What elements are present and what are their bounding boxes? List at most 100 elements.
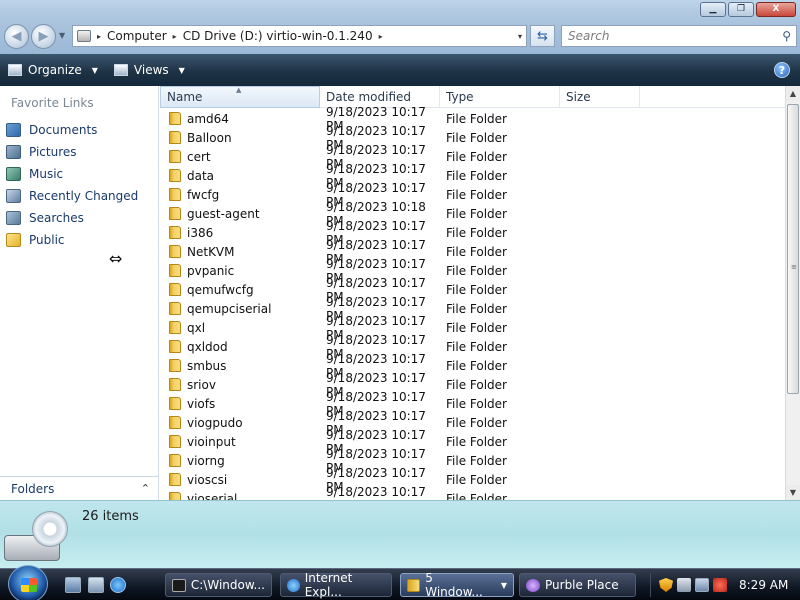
nav-item-label: Recently Changed (29, 189, 139, 203)
file-name-cell[interactable]: Balloon (160, 131, 320, 145)
back-button[interactable]: ◀ (4, 24, 29, 49)
file-name-cell[interactable]: vioinput (160, 435, 320, 449)
breadcrumb-separator[interactable]: ▸ (97, 32, 101, 41)
column-header-type[interactable]: Type (440, 86, 560, 108)
taskbar-button-command-prompt[interactable]: C:\Window... (165, 573, 272, 597)
file-name-cell[interactable]: qxl (160, 321, 320, 335)
file-name-cell[interactable]: cert (160, 150, 320, 164)
file-name-cell[interactable]: NetKVM (160, 245, 320, 259)
show-desktop-icon[interactable] (65, 577, 81, 593)
breadcrumb-separator[interactable]: ▸ (379, 32, 383, 41)
security-shield-icon[interactable] (659, 578, 673, 592)
network-icon[interactable] (695, 578, 709, 592)
type-cell: File Folder (446, 187, 507, 202)
taskbar-button-internet-explorer[interactable]: Internet Expl... (280, 571, 392, 599)
table-row[interactable]: qxl 9/18/2023 10:17 PM File Folder (160, 314, 785, 342)
table-row[interactable]: sriov 9/18/2023 10:17 PM File Folder (160, 371, 785, 399)
breadcrumb-separator[interactable]: ▸ (173, 32, 177, 41)
table-row[interactable]: qxldod 9/18/2023 10:17 PM File Folder (160, 333, 785, 361)
close-button[interactable]: X (756, 2, 796, 17)
internet-explorer-icon[interactable] (110, 577, 126, 593)
table-row[interactable]: viorng 9/18/2023 10:17 PM File Folder (160, 447, 785, 475)
file-name-cell[interactable]: data (160, 169, 320, 183)
breadcrumb-computer[interactable]: Computer (107, 29, 167, 43)
file-name-cell[interactable]: viogpudo (160, 416, 320, 430)
table-row[interactable]: vioscsi 9/18/2023 10:17 PM File Folder (160, 466, 785, 494)
taskbar-button-purble-place[interactable]: Purble Place (519, 573, 636, 597)
file-name-cell[interactable]: qemufwcfg (160, 283, 320, 297)
refresh-button[interactable]: ⇆ (530, 25, 555, 47)
table-row[interactable]: pvpanic 9/18/2023 10:17 PM File Folder (160, 257, 785, 285)
file-name-cell[interactable]: viofs (160, 397, 320, 411)
nav-item-music[interactable]: Music (6, 163, 138, 185)
start-button[interactable] (8, 565, 48, 600)
table-row[interactable]: vioserial 9/18/2023 10:17 PM File Folder (160, 485, 785, 500)
file-name-cell[interactable]: fwcfg (160, 188, 320, 202)
resize-cursor-icon: ⇔ (109, 249, 123, 268)
table-row[interactable]: cert 9/18/2023 10:17 PM File Folder (160, 143, 785, 171)
file-name: guest-agent (187, 206, 260, 221)
nav-item-label: Public (29, 233, 65, 247)
file-name-cell[interactable]: qemupciserial (160, 302, 320, 316)
vertical-scrollbar[interactable]: ▲ ≡ ▼ (785, 86, 800, 500)
file-name-cell[interactable]: guest-agent (160, 207, 320, 221)
table-row[interactable]: viofs 9/18/2023 10:17 PM File Folder (160, 390, 785, 418)
scroll-down-button[interactable]: ▼ (786, 485, 800, 500)
task-label: Internet Expl... (304, 571, 353, 599)
recent-pages-dropdown[interactable]: ▼ (59, 31, 65, 40)
taskbar-button-explorer-group[interactable]: 5 Window... ▼ (400, 571, 514, 599)
volume-muted-icon[interactable] (713, 578, 727, 592)
address-dropdown-icon[interactable]: ▾ (518, 32, 522, 41)
type-cell: File Folder (446, 377, 507, 392)
table-row[interactable]: viogpudo 9/18/2023 10:17 PM File Folder (160, 409, 785, 437)
file-name-cell[interactable]: qxldod (160, 340, 320, 354)
table-row[interactable]: data 9/18/2023 10:17 PM File Folder (160, 162, 785, 190)
table-row[interactable]: i386 9/18/2023 10:17 PM File Folder (160, 219, 785, 247)
minimize-button[interactable]: ▁ (700, 2, 726, 17)
organize-button[interactable]: Organize ▼ (0, 57, 106, 83)
table-row[interactable]: guest-agent 9/18/2023 10:18 PM File Folder (160, 200, 785, 228)
windows-logo-icon (21, 578, 37, 592)
help-button[interactable]: ? (774, 62, 790, 78)
search-icon[interactable]: ⚲ (782, 29, 791, 43)
file-name-cell[interactable]: vioscsi (160, 473, 320, 487)
file-name-cell[interactable]: sriov (160, 378, 320, 392)
table-row[interactable]: smbus 9/18/2023 10:17 PM File Folder (160, 352, 785, 380)
table-row[interactable]: fwcfg 9/18/2023 10:17 PM File Folder (160, 181, 785, 209)
caption-buttons: ▁ ❐ X (700, 2, 796, 17)
switch-windows-icon[interactable] (88, 577, 104, 593)
nav-item-pictures[interactable]: Pictures (6, 141, 138, 163)
scroll-up-button[interactable]: ▲ (786, 86, 800, 101)
table-row[interactable]: NetKVM 9/18/2023 10:17 PM File Folder (160, 238, 785, 266)
file-name-cell[interactable]: vioserial (160, 492, 320, 500)
clock[interactable]: 8:29 AM (739, 578, 788, 592)
breadcrumb-cd-drive[interactable]: CD Drive (D:) virtio-win-0.1.240 (183, 29, 373, 43)
file-name-cell[interactable]: amd64 (160, 112, 320, 126)
table-row[interactable]: amd64 9/18/2023 10:17 PM File Folder (160, 105, 785, 133)
file-name-cell[interactable]: i386 (160, 226, 320, 240)
nav-item-searches[interactable]: Searches (6, 207, 138, 229)
maximize-button[interactable]: ❐ (728, 2, 754, 17)
table-row[interactable]: qemufwcfg 9/18/2023 10:17 PM File Folder (160, 276, 785, 304)
address-bar[interactable]: ▸ Computer ▸ CD Drive (D:) virtio-win-0.… (72, 25, 527, 47)
search-input[interactable]: Search ⚲ (561, 25, 797, 47)
file-name-cell[interactable]: smbus (160, 359, 320, 373)
folders-toggle[interactable]: Folders ⌃ (0, 476, 158, 500)
nav-item-public[interactable]: Public (6, 229, 138, 251)
views-icon (113, 64, 128, 76)
views-button[interactable]: Views ▼ (106, 57, 193, 83)
table-row[interactable]: vioinput 9/18/2023 10:17 PM File Folder (160, 428, 785, 456)
nav-item-documents[interactable]: Documents (6, 119, 138, 141)
system-tools-icon[interactable] (677, 578, 691, 592)
column-header-name[interactable]: ▲ Name (160, 86, 320, 108)
scrollbar-thumb[interactable]: ≡ (787, 104, 799, 394)
file-name-cell[interactable]: viorng (160, 454, 320, 468)
nav-item-recently-changed[interactable]: Recently Changed (6, 185, 138, 207)
table-row[interactable]: qemupciserial 9/18/2023 10:17 PM File Fold… (160, 295, 785, 323)
table-row[interactable]: Balloon 9/18/2023 10:17 PM File Folder (160, 124, 785, 152)
column-header-size[interactable]: Size (560, 86, 640, 108)
folder-icon (169, 454, 181, 467)
forward-button[interactable]: ▶ (31, 24, 56, 49)
file-name-cell[interactable]: pvpanic (160, 264, 320, 278)
command-prompt-icon (172, 578, 186, 592)
